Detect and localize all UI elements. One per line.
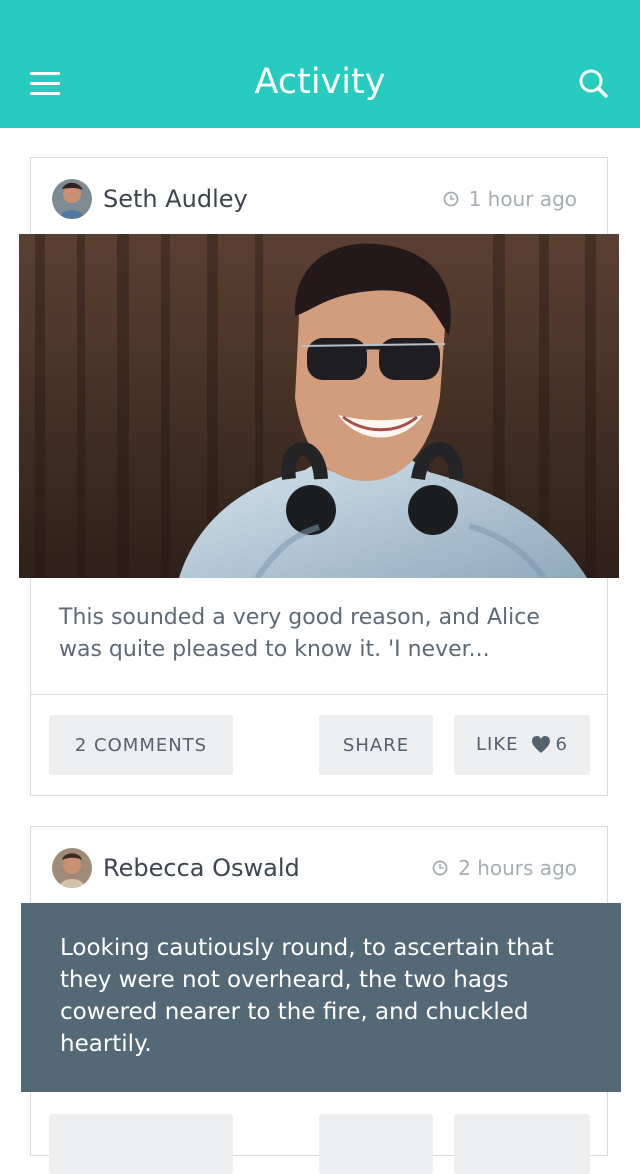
share-button[interactable]: SHARE <box>319 715 433 775</box>
clock-icon <box>443 191 458 207</box>
post-author-name[interactable]: Seth Audley <box>103 183 248 215</box>
post-time: 2 hours ago <box>458 856 577 880</box>
post-timestamp: 1 hour ago <box>443 183 577 215</box>
post-card: Seth Audley 1 hour ago This sounded a ve… <box>19 157 619 796</box>
post-timestamp: 2 hours ago <box>432 852 577 884</box>
like-button[interactable]: LIKE 6 <box>454 715 590 775</box>
post-photo[interactable] <box>19 234 619 578</box>
post-author-name[interactable]: Rebecca Oswald <box>103 852 300 884</box>
like-button[interactable] <box>454 1114 590 1174</box>
page-title: Activity <box>254 62 386 102</box>
share-button[interactable] <box>319 1114 433 1174</box>
heart-icon <box>531 736 550 753</box>
like-label: LIKE <box>476 734 519 755</box>
comments-button[interactable]: 2 COMMENTS <box>49 715 233 775</box>
search-button[interactable] <box>574 64 614 104</box>
post-text: This sounded a very good reason, and Ali… <box>59 605 540 662</box>
post-quote-block: Looking cautiously round, to ascertain t… <box>21 903 621 1092</box>
app-header: Activity <box>0 0 640 128</box>
post-time: 1 hour ago <box>468 187 577 211</box>
like-count: 6 <box>555 734 568 755</box>
card-divider <box>31 694 607 695</box>
comments-button[interactable] <box>49 1114 233 1174</box>
search-icon <box>579 69 608 98</box>
clock-icon <box>432 860 448 876</box>
avatar[interactable] <box>52 848 92 888</box>
avatar[interactable] <box>52 179 92 219</box>
post-card: Rebecca Oswald 2 hours ago Looking cauti… <box>21 826 621 1174</box>
post-quote-text: Looking cautiously round, to ascertain t… <box>60 935 554 1057</box>
